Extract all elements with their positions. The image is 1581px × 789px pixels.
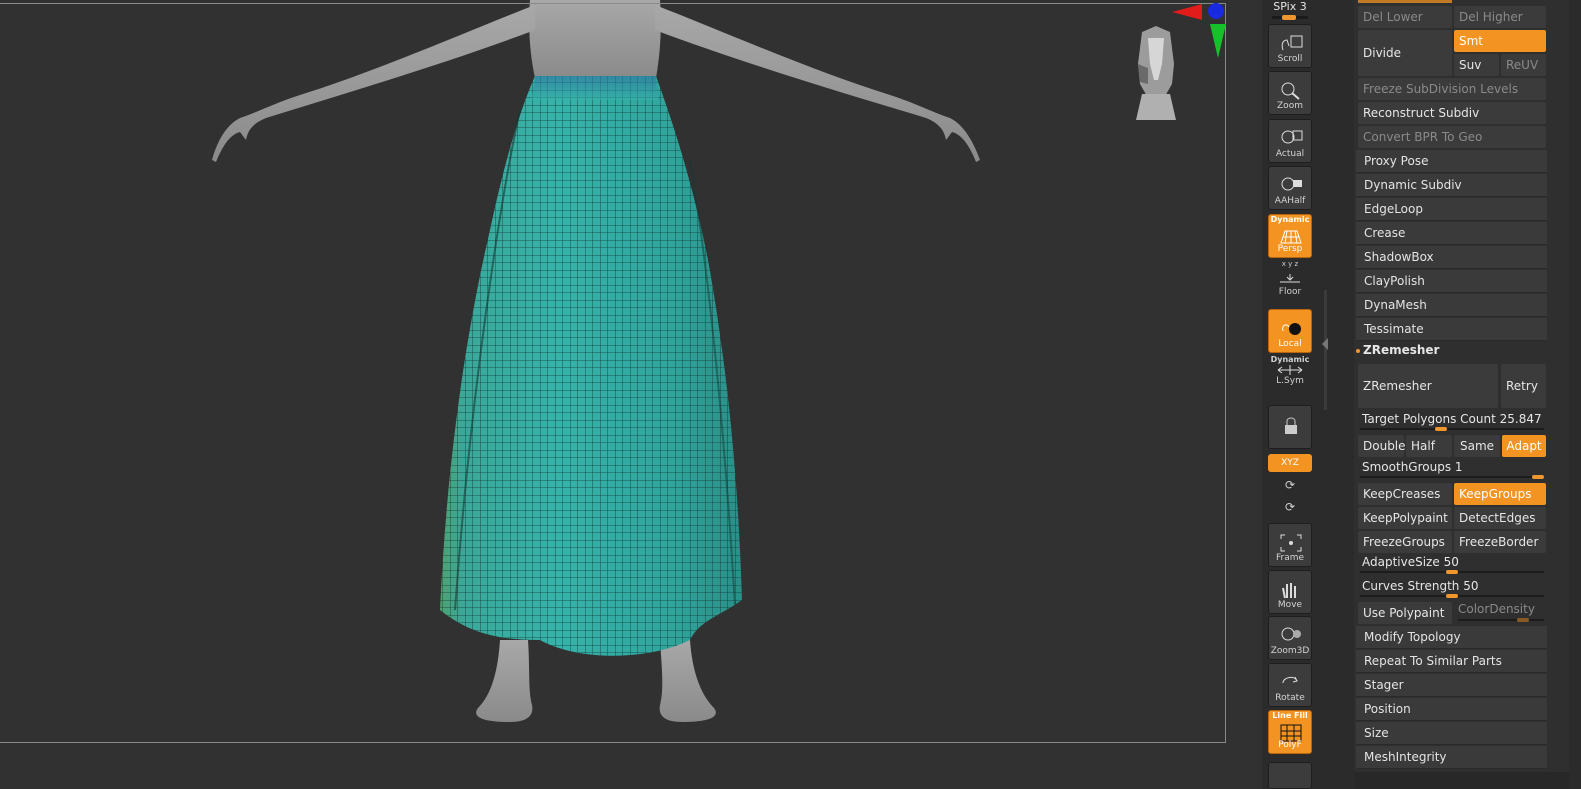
target-polygons-label[interactable]: Target Polygons Count 25.847 <box>1362 412 1542 426</box>
smoothgroups-slider[interactable] <box>1360 475 1544 479</box>
adaptivesize-slider-thumb[interactable] <box>1446 570 1458 574</box>
same-button[interactable]: Same <box>1454 435 1500 457</box>
right-shelf: SPix 3 Scroll Zoom Actual AAHalf Dynamic… <box>1262 0 1318 789</box>
lsym-button[interactable]: Dynamic L.Sym <box>1268 355 1312 395</box>
zremesher-header[interactable]: ZRemesher <box>1363 343 1439 357</box>
section-stager[interactable]: Stager <box>1356 674 1547 697</box>
adapt-toggle[interactable]: Adapt <box>1502 435 1546 457</box>
panel-splitter[interactable] <box>1318 0 1354 789</box>
frame-icon <box>1280 534 1302 552</box>
xyz-button[interactable]: XYZ <box>1268 454 1312 472</box>
camera-lock-icon <box>1285 417 1297 434</box>
zoom-button[interactable]: Zoom <box>1268 71 1312 115</box>
section-tessimate[interactable]: Tessimate <box>1356 318 1547 341</box>
target-polygons-slider[interactable] <box>1360 427 1544 431</box>
section-shadowbox[interactable]: ShadowBox <box>1356 246 1547 269</box>
section-modify-topology[interactable]: Modify Topology <box>1356 626 1547 649</box>
section-repeat-to-similar-parts[interactable]: Repeat To Similar Parts <box>1356 650 1547 673</box>
smoothgroups-slider-thumb[interactable] <box>1532 475 1544 479</box>
suv-toggle[interactable]: Suv <box>1454 54 1499 76</box>
double-button[interactable]: Double <box>1358 435 1406 457</box>
keepcreases-toggle[interactable]: KeepCreases <box>1358 483 1452 505</box>
colordensity-label[interactable]: ColorDensity <box>1458 602 1535 616</box>
retry-button[interactable]: Retry <box>1501 364 1546 408</box>
bottom-shelf-button[interactable] <box>1268 762 1312 789</box>
curves-strength-label[interactable]: Curves Strength 50 <box>1362 579 1479 593</box>
scroll-icon <box>1281 35 1303 51</box>
3d-viewport[interactable] <box>0 0 1262 789</box>
section-dynamesh[interactable]: DynaMesh <box>1356 294 1547 317</box>
geometry-panel: Del Lower Del Higher Divide Smt Suv ReUV… <box>1354 0 1570 772</box>
target-polygons-slider-thumb[interactable] <box>1434 427 1447 431</box>
rotate-y-icon[interactable]: ⟳ <box>1268 478 1312 492</box>
rotate-button[interactable]: Rotate <box>1268 663 1312 707</box>
zoom3d-button[interactable]: Zoom3D <box>1268 616 1312 660</box>
reconstruct-subdiv-button[interactable]: Reconstruct Subdiv <box>1358 102 1546 124</box>
axis-label: x y z <box>1281 260 1299 268</box>
section-meshintegrity[interactable]: MeshIntegrity <box>1356 746 1547 769</box>
freezegroups-toggle[interactable]: FreezeGroups <box>1358 531 1452 553</box>
half-button[interactable]: Half <box>1406 435 1452 457</box>
zoom3d-icon <box>1281 627 1301 641</box>
scroll-button[interactable]: Scroll <box>1268 24 1312 68</box>
local-button[interactable]: Local <box>1268 309 1312 353</box>
section-proxy-pose[interactable]: Proxy Pose <box>1356 150 1547 173</box>
move-hand-icon <box>1282 583 1296 599</box>
adaptivesize-label[interactable]: AdaptiveSize 50 <box>1362 555 1459 569</box>
navigation-head-icon[interactable] <box>1128 24 1184 124</box>
keeppolypaint-toggle[interactable]: KeepPolypaint <box>1358 507 1452 529</box>
section-size[interactable]: Size <box>1356 722 1547 745</box>
panel-scrollbar[interactable] <box>1569 0 1581 789</box>
spix-label: SPix 3 <box>1273 0 1307 13</box>
aahalf-button[interactable]: AAHalf <box>1268 166 1312 210</box>
section-claypolish[interactable]: ClayPolish <box>1356 270 1547 293</box>
freezeborder-toggle[interactable]: FreezeBorder <box>1454 531 1546 553</box>
actual-button[interactable]: Actual <box>1268 119 1312 163</box>
colordensity-slider-thumb[interactable] <box>1516 618 1529 622</box>
perspective-button[interactable]: Dynamic Persp <box>1268 214 1312 258</box>
keepgroups-toggle[interactable]: KeepGroups <box>1454 483 1546 505</box>
canvas-frame <box>0 3 1226 743</box>
del-lower-button[interactable]: Del Lower <box>1358 6 1452 28</box>
smoothgroups-label[interactable]: SmoothGroups 1 <box>1362 460 1463 474</box>
zremesher-button[interactable]: ZRemesher <box>1358 364 1498 408</box>
camera-lock-button[interactable] <box>1268 405 1312 449</box>
zoom-icon <box>1281 82 1300 100</box>
reuv-button[interactable]: ReUV <box>1501 54 1546 76</box>
section-dynamic-subdiv[interactable]: Dynamic Subdiv <box>1356 174 1547 197</box>
symmetry-icon <box>1277 365 1303 375</box>
curves-strength-slider-thumb[interactable] <box>1446 594 1458 598</box>
expanded-indicator-icon <box>1356 349 1360 353</box>
convert-bpr-button[interactable]: Convert BPR To Geo <box>1358 126 1546 148</box>
local-icon <box>1282 323 1301 335</box>
curves-strength-slider[interactable] <box>1360 594 1544 598</box>
detectedges-toggle[interactable]: DetectEdges <box>1454 507 1546 529</box>
colordensity-slider[interactable] <box>1458 618 1544 622</box>
del-higher-button[interactable]: Del Higher <box>1454 6 1546 28</box>
floor-button[interactable]: Floor <box>1268 272 1312 302</box>
divide-button[interactable]: Divide <box>1358 30 1452 76</box>
freeze-subdivision-button[interactable]: Freeze SubDivision Levels <box>1358 78 1546 100</box>
rotate-icon <box>1282 676 1298 684</box>
move-button[interactable]: Move <box>1268 570 1312 614</box>
collapse-arrow-icon[interactable] <box>1322 338 1328 350</box>
polyframe-button[interactable]: Line Fill PolyF <box>1268 710 1312 754</box>
frame-button[interactable]: Frame <box>1268 523 1312 567</box>
section-edgeloop[interactable]: EdgeLoop <box>1356 198 1547 221</box>
section-position[interactable]: Position <box>1356 698 1547 721</box>
use-polypaint-toggle[interactable]: Use Polypaint <box>1358 602 1452 624</box>
rotate-z-icon[interactable]: ⟳ <box>1268 500 1312 514</box>
smt-toggle[interactable]: Smt <box>1454 30 1546 52</box>
floor-icon <box>1280 274 1300 283</box>
spix-slider[interactable] <box>1272 15 1308 20</box>
actual-icon <box>1281 130 1303 144</box>
section-crease[interactable]: Crease <box>1356 222 1547 245</box>
adaptivesize-slider[interactable] <box>1360 570 1544 574</box>
aahalf-icon <box>1281 177 1302 191</box>
